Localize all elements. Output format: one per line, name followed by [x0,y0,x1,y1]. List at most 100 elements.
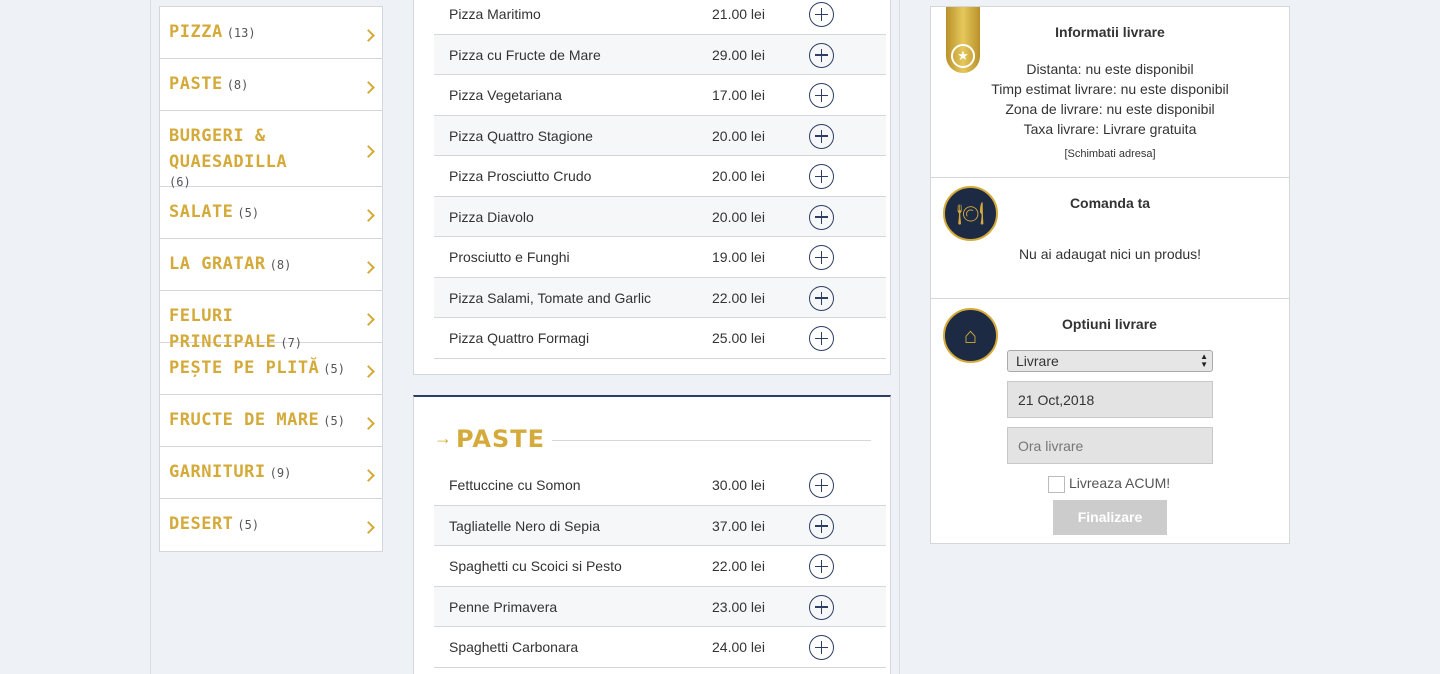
deliver-now-checkbox[interactable]: Livreaza ACUM! [1048,475,1170,493]
order-title: Comanda ta [1069,195,1151,211]
delivery-estimated-time: Timp estimat livrare: nu este disponibil [991,81,1229,97]
delivery-method-value: Livrare [1016,353,1059,369]
product-price: 37.00 lei [712,517,765,534]
product-price: 23.00 lei [712,598,765,615]
product-name: Pizza Quattro Stagione [449,127,593,144]
product-row: Spaghetti Carbonara 24.00 lei [434,627,886,668]
paste-product-list: Fettuccine cu Somon 30.00 lei Tagliatell… [434,465,886,668]
category-item-paste[interactable]: PASTE (8) [160,59,382,111]
add-to-cart-plus-icon[interactable] [809,164,834,189]
product-row: Pizza Prosciutto Crudo 20.00 lei [434,156,886,197]
add-to-cart-plus-icon[interactable] [809,594,834,620]
add-to-cart-plus-icon[interactable] [809,83,834,108]
delivery-fee: Taxa livrare: Livrare gratuita [1023,121,1197,137]
add-to-cart-plus-icon[interactable] [809,473,834,498]
category-item-pizza[interactable]: PIZZA (13) [160,7,382,59]
product-name: Fettuccine cu Somon [449,477,581,493]
product-row: Pizza Vegetariana 17.00 lei [434,75,886,116]
category-name: PEȘTE PE PLITĂ [169,358,320,378]
product-price: 19.00 lei [712,249,765,265]
product-row: Pizza Quattro Formagi 25.00 lei [434,318,886,359]
category-name: LA GRATAR [169,254,266,274]
product-name: Pizza Maritimo [449,6,541,22]
category-item-feluri-principale[interactable]: FELURI PRINCIPALE (7) [160,291,382,352]
delivery-zone: Zona de livrare: nu este disponibil [1005,101,1215,117]
product-name: Tagliatelle Nero di Sepia [449,517,600,534]
add-to-cart-plus-icon[interactable] [809,245,834,270]
add-to-cart-plus-icon[interactable] [809,123,834,149]
add-to-cart-plus-icon[interactable] [809,2,834,27]
chevron-right-icon [362,209,375,222]
delivery-date-field[interactable]: 21 Oct,2018 [1007,381,1213,418]
category-name: SALATE [169,202,234,222]
product-price: 24.00 lei [712,639,765,655]
category-item-fructe-de-mare[interactable]: FRUCTE DE MARE (5) [160,395,382,447]
product-name: Prosciutto e Funghi [449,249,570,265]
category-item-salate[interactable]: SALATE (5) [160,187,382,239]
category-count: (5) [323,414,345,428]
add-to-cart-plus-icon[interactable] [809,285,834,311]
add-to-cart-plus-icon[interactable] [809,635,834,660]
select-arrows-icon: ▲ ▼ [1200,352,1208,369]
category-name: PASTE [169,74,223,94]
product-row: Fettuccine cu Somon 30.00 lei [434,465,886,506]
add-to-cart-plus-icon[interactable] [809,42,834,68]
checkbox-box[interactable] [1048,475,1065,493]
category-item-garnituri[interactable]: GARNITURI (9) [160,447,382,499]
product-price: 20.00 lei [712,208,765,225]
category-name: GARNITURI [169,462,266,482]
order-block: 🍽 Comanda ta Nu ai adaugat nici un produ… [931,178,1289,299]
product-row: Pizza Diavolo 20.00 lei [434,196,886,237]
delivery-info-title: Informatii livrare [1055,24,1165,40]
product-price: 17.00 lei [712,87,765,103]
product-row: Tagliatelle Nero di Sepia 37.00 lei [434,505,886,546]
change-address-link[interactable]: [Schimbati adresa] [931,148,1289,160]
category-count: (5) [323,362,345,376]
deliver-now-label: Livreaza ACUM! [1069,475,1171,491]
product-name: Pizza Salami, Tomate and Garlic [449,289,652,306]
product-price: 25.00 lei [712,330,765,346]
category-name: PIZZA [169,22,223,42]
add-to-cart-plus-icon[interactable] [809,204,834,230]
paste-menu-panel: → PASTE Fettuccine cu Somon 30.00 lei Ta… [413,395,891,674]
category-item-burgeri[interactable]: BURGERI & QUAESADILLA (6) [160,111,382,189]
product-price: 30.00 lei [712,477,765,493]
product-price: 20.00 lei [712,127,765,144]
add-to-cart-plus-icon[interactable] [809,326,834,351]
delivery-bag-icon: ⌂ [943,308,998,363]
pizza-menu-panel: Pizza Maritimo 21.00 lei Pizza cu Fructe… [413,0,891,375]
delivery-options-block: ⌂ Optiuni livrare Livrare ▲ ▼ 21 Oct,2018… [931,299,1289,543]
delivery-method-select[interactable]: Livrare ▲ ▼ [1007,350,1213,372]
category-count: (8) [269,258,292,272]
product-name: Spaghetti cu Scoici si Pesto [449,558,622,574]
category-name: FRUCTE DE MARE [169,410,320,430]
product-name: Pizza Vegetariana [449,87,562,103]
product-price: 22.00 lei [712,289,765,306]
delivery-time-field[interactable]: Ora livrare [1007,427,1213,464]
delivery-options-title: Optiuni livrare [1062,316,1157,332]
product-price: 22.00 lei [712,558,765,574]
product-name: Spaghetti Carbonara [449,639,579,655]
product-row: Penne Primavera 23.00 lei [434,586,886,627]
arrow-right-icon: → [434,428,452,448]
chevron-right-icon [362,81,375,94]
category-item-desert[interactable]: DESERT (5) [160,499,382,551]
chevron-right-icon [362,29,375,42]
product-name: Penne Primavera [449,598,558,615]
category-item-la-gratar[interactable]: LA GRATAR (8) [160,239,382,291]
product-price: 20.00 lei [712,168,765,184]
add-to-cart-plus-icon[interactable] [809,513,834,539]
add-to-cart-plus-icon[interactable] [809,554,834,579]
order-info-panel: ★ Informatii livrare Distanta: nu este d… [930,6,1290,544]
product-row: Pizza cu Fructe de Mare 29.00 lei [434,34,886,75]
product-price: 21.00 lei [712,6,765,22]
empty-cart-message: Nu ai adaugat nici un produs! [1018,246,1202,262]
section-heading: → PASTE [434,423,871,453]
category-item-peste[interactable]: PEȘTE PE PLITĂ (5) [160,343,382,395]
finish-order-button[interactable]: Finalizare [1053,500,1167,535]
category-sidebar: PIZZA (13) PASTE (8) BURGERI & QUAESADILLA… [159,6,383,552]
product-name: Pizza Quattro Formagi [449,330,590,346]
chevron-right-icon [362,313,375,326]
category-count: (5) [237,518,260,532]
category-count: (9) [269,466,292,480]
